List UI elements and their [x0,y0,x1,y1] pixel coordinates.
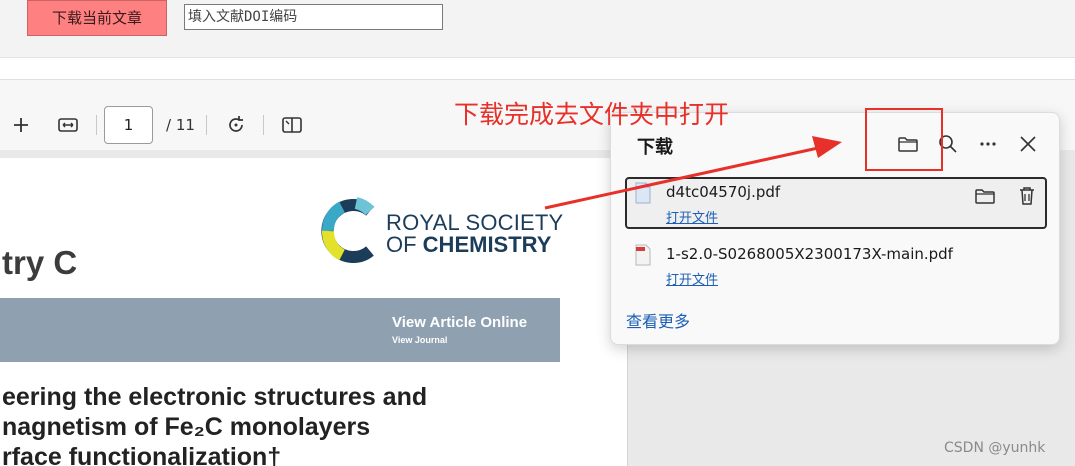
annotation-label: 下载完成去文件夹中打开 [454,100,730,129]
plus-icon[interactable] [9,113,33,137]
delete-icon[interactable] [1015,184,1039,208]
browser-divider [0,57,1075,79]
toolbar-divider [96,115,97,135]
toolbar-divider [263,115,264,135]
downloads-title: 下载 [637,137,673,158]
fit-width-icon[interactable] [56,113,80,137]
article-title-line: eering the electronic structures and [2,383,428,411]
page-total: / 11 [166,116,195,134]
journal-title: try C [2,244,78,281]
article-title-line: nagnetism of Fe₂C monolayers [2,413,371,441]
toolbar-divider [206,115,207,135]
page-number-input[interactable]: 1 [104,106,153,144]
pdf-file-icon [634,182,652,204]
pdf-file-icon [634,244,652,266]
rotate-icon[interactable] [224,113,248,137]
show-in-folder-icon[interactable] [973,184,997,208]
publisher-prefix: OF [386,232,423,257]
two-page-icon[interactable] [280,113,304,137]
download-filename: 1-s2.0-S0268005X2300173X-main.pdf [666,245,953,263]
app-toolbar: 下载当前文章 [0,0,1075,57]
open-file-link[interactable]: 打开文件 [666,207,718,226]
annotation-highlight-box [865,108,943,171]
screenshot-root: 下载当前文章 1 / 11 ROYAL SOCIETY OF [0,0,1075,466]
article-title-line: rface functionalization† [2,443,282,466]
doi-input[interactable] [184,4,443,30]
open-file-link[interactable]: 打开文件 [666,269,718,288]
close-icon[interactable] [1016,132,1040,156]
view-article-online-link[interactable]: View Article Online [392,314,527,331]
download-filename: d4tc04570j.pdf [666,183,781,201]
view-journal-link[interactable]: View Journal [392,335,447,345]
download-article-button[interactable]: 下载当前文章 [27,0,167,36]
rsc-logo [320,197,382,265]
watermark: CSDN @yunhk [944,440,1046,456]
see-more-link[interactable]: 查看更多 [626,308,690,332]
more-options-icon[interactable] [976,132,1000,156]
publisher-bold: CHEMISTRY [422,232,552,257]
publisher-name-line2: OF CHEMISTRY [386,232,551,258]
